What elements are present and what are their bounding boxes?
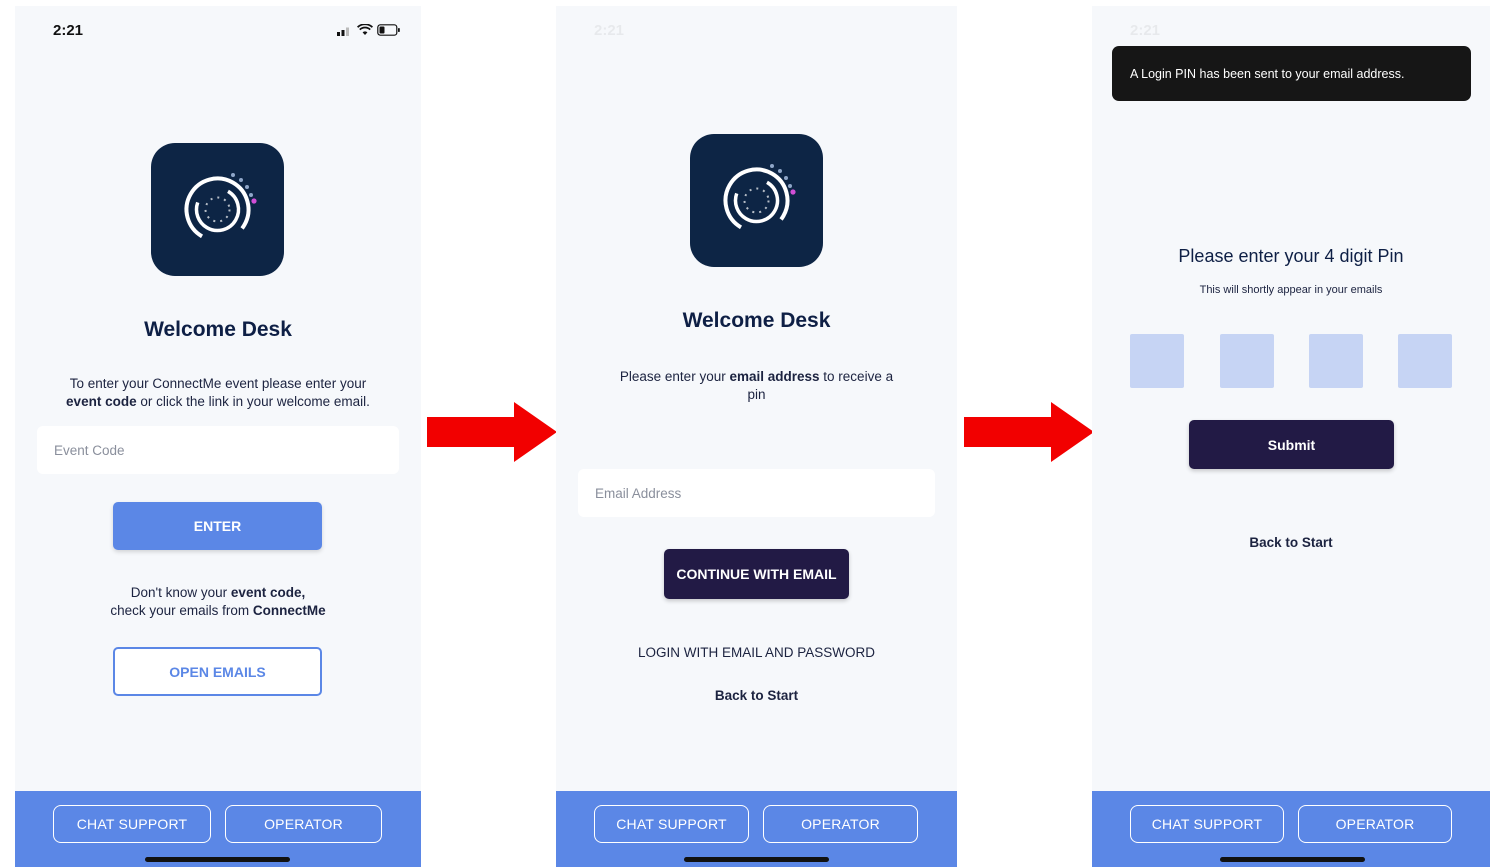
- operator-button[interactable]: OPERATOR: [1298, 805, 1452, 843]
- help-text-2: check your emails from: [110, 603, 250, 618]
- home-indicator[interactable]: [1220, 857, 1365, 862]
- pin-subtitle: This will shortly appear in your emails: [1199, 284, 1383, 296]
- open-emails-button[interactable]: OPEN EMAILS: [113, 647, 322, 696]
- submit-button[interactable]: Submit: [1189, 420, 1394, 469]
- signal-icon: [337, 27, 349, 36]
- chat-support-button[interactable]: CHAT SUPPORT: [1130, 805, 1284, 843]
- continue-label: CONTINUE WITH EMAIL: [676, 566, 837, 582]
- operator-button[interactable]: OPERATOR: [763, 805, 918, 843]
- pin-sent-toast: A Login PIN has been sent to your email …: [1112, 46, 1471, 101]
- bottom-support-bar: CHAT SUPPORT OPERATOR: [556, 791, 957, 867]
- instruction-bold: event code: [66, 394, 137, 409]
- app-logo-icon: [723, 164, 796, 234]
- pin-digit-3[interactable]: [1309, 334, 1363, 388]
- chat-support-button[interactable]: CHAT SUPPORT: [53, 805, 211, 843]
- status-time: 2:21: [53, 22, 84, 39]
- battery-icon: [377, 24, 400, 36]
- operator-label: OPERATOR: [801, 816, 880, 832]
- home-indicator[interactable]: [684, 857, 829, 862]
- toast-message: A Login PIN has been sent to your email …: [1130, 66, 1405, 81]
- pin-digit-1[interactable]: [1130, 334, 1184, 388]
- status-bar: 2:21: [1092, 6, 1490, 50]
- operator-button[interactable]: OPERATOR: [225, 805, 382, 843]
- bottom-support-bar: CHAT SUPPORT OPERATOR: [1092, 791, 1490, 867]
- app-logo: [690, 134, 823, 267]
- page-title: Welcome Desk: [682, 309, 831, 332]
- back-to-start-link[interactable]: Back to Start: [556, 688, 957, 703]
- help-text: Don't know your: [130, 585, 228, 600]
- email-input[interactable]: Email Address: [578, 469, 935, 517]
- bottom-support-bar: CHAT SUPPORT OPERATOR: [15, 791, 421, 867]
- chat-support-label: CHAT SUPPORT: [616, 816, 727, 832]
- status-bar: 2:21: [15, 6, 421, 50]
- wifi-icon: [357, 24, 373, 35]
- email-instruction: Please enter your email address to recei…: [556, 368, 957, 404]
- event-code-placeholder: Event Code: [54, 442, 125, 458]
- status-time: 2:21: [594, 22, 625, 39]
- instruction-text: Please enter your: [619, 369, 726, 384]
- chat-support-button[interactable]: CHAT SUPPORT: [594, 805, 749, 843]
- submit-label: Submit: [1267, 436, 1316, 453]
- help-bold: event code,: [230, 585, 306, 600]
- status-icons: [337, 24, 401, 36]
- screen-email-login: 2:21 Welcome Desk Please enter your emai…: [556, 6, 957, 867]
- instruction-bold: email address: [729, 369, 820, 384]
- open-emails-label: OPEN EMAILS: [169, 663, 266, 680]
- operator-label: OPERATOR: [1335, 816, 1415, 832]
- help-bold-2: ConnectMe: [252, 603, 326, 618]
- pin-title: Please enter your 4 digit Pin: [1178, 246, 1404, 266]
- enter-button-label: ENTER: [193, 518, 242, 534]
- status-time: 2:21: [1130, 22, 1161, 39]
- event-code-help: Don't know your event code, check your e…: [15, 584, 421, 620]
- chat-support-label: CHAT SUPPORT: [76, 816, 188, 832]
- right-arrow-icon: [427, 402, 557, 462]
- operator-label: OPERATOR: [264, 816, 343, 832]
- chat-support-label: CHAT SUPPORT: [1151, 816, 1263, 832]
- app-logo: [151, 143, 284, 276]
- instruction-text-end: or click the link in your welcome email.: [140, 394, 370, 409]
- page-title: Welcome Desk: [144, 318, 292, 341]
- back-to-start-link[interactable]: Back to Start: [1092, 535, 1490, 550]
- screen-welcome-event-code: 2:21 Welcome Desk To enter your ConnectM…: [15, 6, 421, 867]
- instruction-text: To enter your ConnectMe event please ent…: [69, 376, 367, 391]
- event-instruction: To enter your ConnectMe event please ent…: [15, 375, 421, 411]
- event-code-input[interactable]: Event Code: [37, 426, 399, 474]
- pin-digit-2[interactable]: [1220, 334, 1274, 388]
- right-arrow-icon: [964, 402, 1094, 462]
- continue-with-email-button[interactable]: CONTINUE WITH EMAIL: [664, 549, 849, 599]
- pin-digit-4[interactable]: [1398, 334, 1452, 388]
- email-placeholder: Email Address: [595, 485, 682, 501]
- login-with-password-link[interactable]: LOGIN WITH EMAIL AND PASSWORD: [556, 645, 957, 660]
- status-bar: 2:21: [556, 6, 957, 50]
- enter-button[interactable]: ENTER: [113, 502, 322, 550]
- home-indicator[interactable]: [145, 857, 290, 862]
- screen-pin-entry: 2:21 A Login PIN has been sent to your e…: [1092, 6, 1490, 867]
- app-logo-icon: [184, 173, 257, 243]
